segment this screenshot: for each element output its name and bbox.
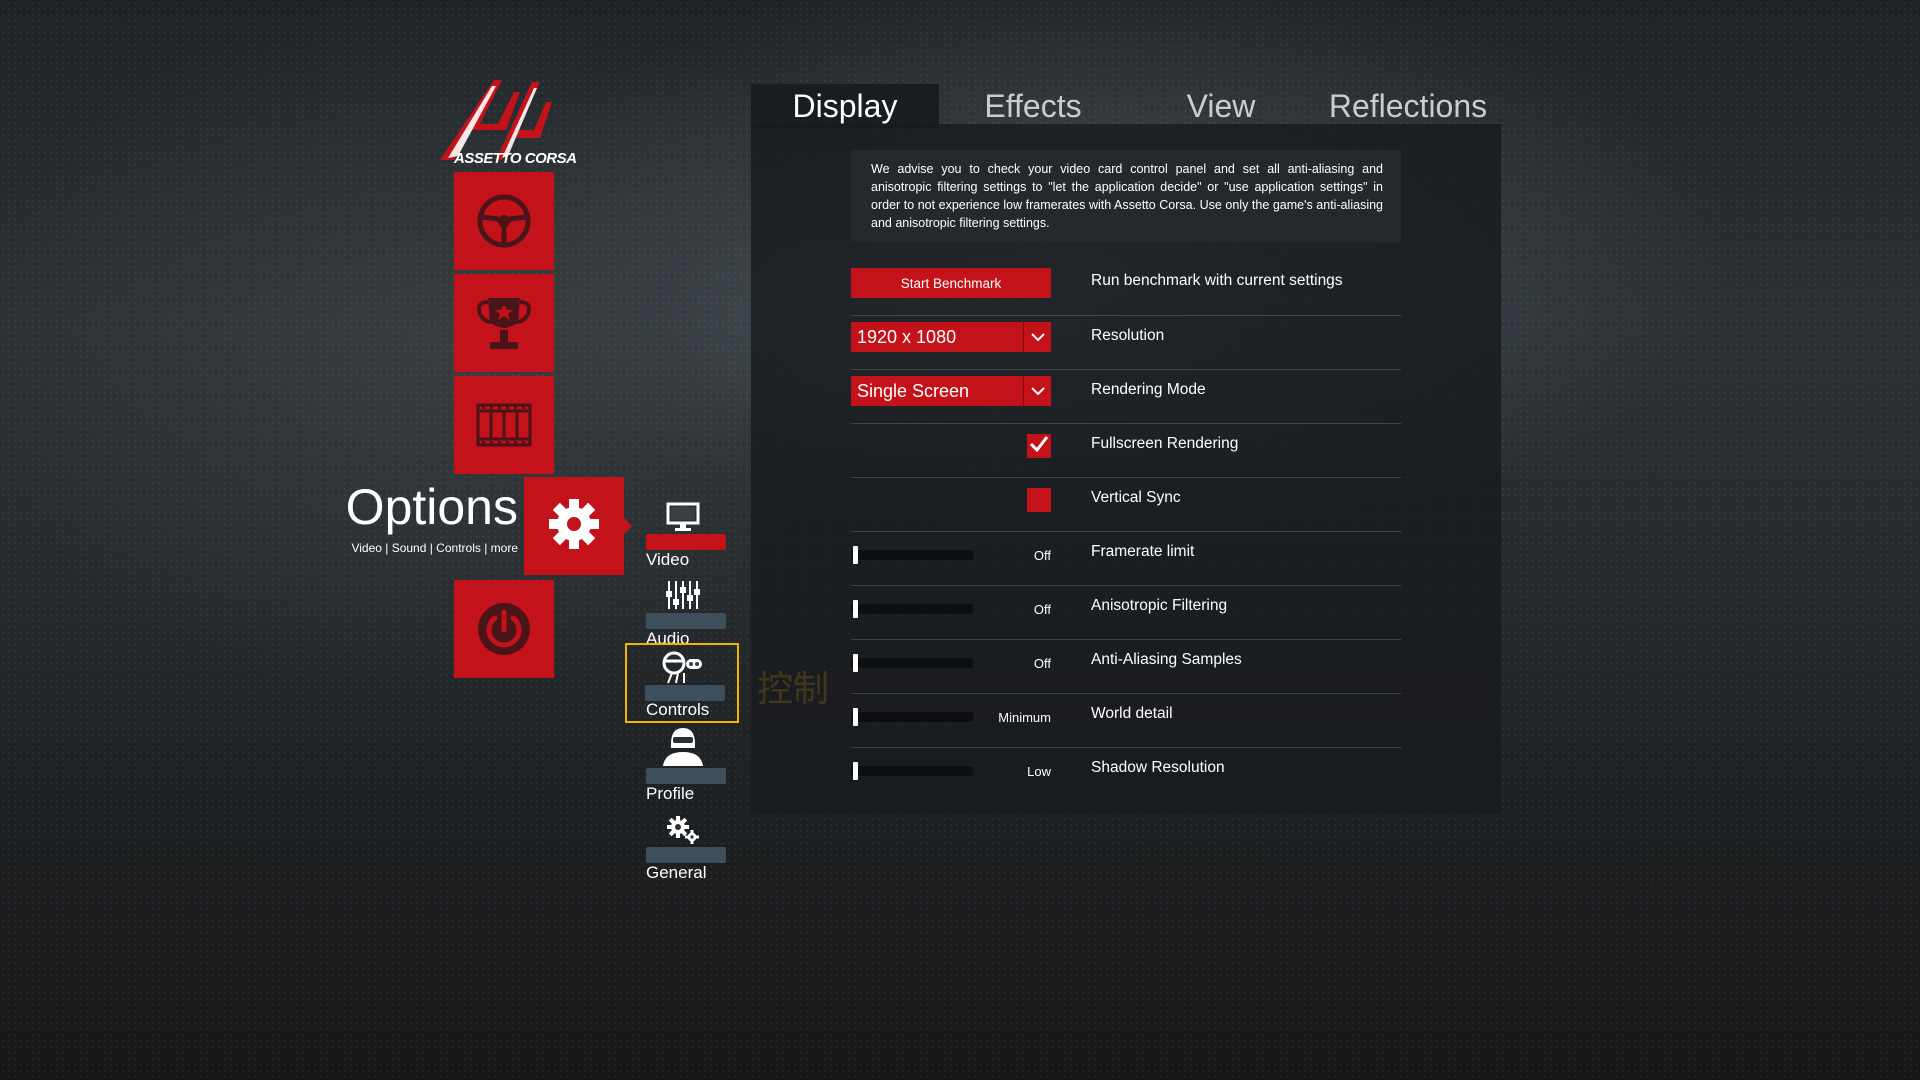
gear-icon bbox=[547, 497, 601, 556]
world-detail-value: Minimum bbox=[998, 710, 1051, 725]
slider-thumb[interactable] bbox=[853, 600, 858, 618]
subnav-video[interactable]: Video bbox=[628, 492, 738, 570]
framerate-limit-value: Off bbox=[1033, 548, 1051, 563]
quit-tile[interactable] bbox=[454, 580, 554, 678]
subnav-video-label: Video bbox=[646, 550, 690, 569]
subnav-controls-label: Controls bbox=[646, 700, 710, 719]
power-icon bbox=[475, 600, 533, 658]
tab-effects[interactable]: Effects bbox=[939, 84, 1127, 128]
shadow-resolution-value: Low bbox=[1027, 764, 1051, 779]
trophy-icon bbox=[474, 292, 534, 354]
subnav-general[interactable]: General bbox=[628, 805, 738, 883]
vsync-label: Vertical Sync bbox=[1091, 489, 1181, 506]
logo-text: ASSETTO CORSA bbox=[454, 150, 577, 167]
chevron-down-icon bbox=[1023, 376, 1051, 406]
world-detail-row: Minimum World detail bbox=[851, 694, 1401, 748]
drive-tile[interactable] bbox=[454, 172, 554, 270]
rendering-mode-dropdown[interactable]: Single Screen bbox=[851, 376, 1051, 406]
anti-aliasing-value: Off bbox=[1033, 656, 1051, 671]
slider-thumb[interactable] bbox=[853, 654, 858, 672]
film-strip-icon bbox=[476, 403, 532, 447]
vsync-checkbox[interactable] bbox=[1027, 488, 1051, 512]
tab-bar: Display Effects View Reflections bbox=[751, 84, 1501, 128]
rendering-mode-value: Single Screen bbox=[857, 380, 970, 401]
gears-icon bbox=[658, 811, 708, 845]
benchmark-row: Start Benchmark Run benchmark with curre… bbox=[851, 262, 1401, 316]
world-detail-slider[interactable] bbox=[851, 708, 973, 726]
resolution-row: 1920 x 1080 Resolution bbox=[851, 316, 1401, 370]
tab-display[interactable]: Display bbox=[751, 84, 939, 128]
shadow-resolution-row: Low Shadow Resolution bbox=[851, 748, 1401, 802]
rendering-mode-label: Rendering Mode bbox=[1091, 381, 1206, 398]
checkmark-icon bbox=[1029, 435, 1049, 458]
controls-icon bbox=[658, 651, 708, 685]
monitor-icon bbox=[658, 498, 708, 532]
subnav-audio-bar bbox=[646, 613, 726, 629]
options-title: Options bbox=[345, 479, 518, 535]
shadow-resolution-label: Shadow Resolution bbox=[1091, 759, 1225, 776]
chevron-down-icon bbox=[1023, 322, 1051, 352]
slider-thumb[interactable] bbox=[853, 708, 858, 726]
resolution-label: Resolution bbox=[1091, 327, 1165, 344]
vsync-row: Vertical Sync bbox=[851, 478, 1401, 532]
driver-helmet-icon bbox=[658, 726, 708, 766]
anisotropic-filtering-row: Off Anisotropic Filtering bbox=[851, 586, 1401, 640]
fullscreen-label: Fullscreen Rendering bbox=[1091, 435, 1239, 452]
anisotropic-filtering-slider[interactable] bbox=[851, 600, 973, 618]
subnav-audio[interactable]: Audio bbox=[628, 571, 738, 649]
benchmark-label: Run benchmark with current settings bbox=[1091, 272, 1343, 289]
start-benchmark-button[interactable]: Start Benchmark bbox=[851, 268, 1051, 298]
subnav-video-bar bbox=[646, 534, 726, 550]
framerate-limit-row: Off Framerate limit bbox=[851, 532, 1401, 586]
anti-aliasing-row: Off Anti-Aliasing Samples bbox=[851, 640, 1401, 694]
steering-wheel-icon bbox=[476, 193, 532, 249]
driver-advice-notice: We advise you to check your video card c… bbox=[851, 150, 1401, 242]
anisotropic-filtering-value: Off bbox=[1033, 602, 1051, 617]
anti-aliasing-label: Anti-Aliasing Samples bbox=[1091, 651, 1242, 668]
replay-tile[interactable] bbox=[454, 376, 554, 474]
options-subtitle: Video | Sound | Controls | more bbox=[351, 541, 518, 555]
subnav-profile[interactable]: Profile bbox=[628, 726, 738, 804]
rendering-mode-row: Single Screen Rendering Mode bbox=[851, 370, 1401, 424]
subnav-controls[interactable]: Controls bbox=[625, 643, 739, 723]
fullscreen-checkbox[interactable] bbox=[1027, 434, 1051, 458]
subnav-profile-label: Profile bbox=[646, 784, 695, 803]
shadow-resolution-slider[interactable] bbox=[851, 762, 973, 780]
mixer-icon bbox=[658, 577, 708, 611]
career-tile[interactable] bbox=[454, 274, 554, 372]
fullscreen-row: Fullscreen Rendering bbox=[851, 424, 1401, 478]
anti-aliasing-slider[interactable] bbox=[851, 654, 973, 672]
resolution-value: 1920 x 1080 bbox=[857, 326, 957, 347]
framerate-limit-slider[interactable] bbox=[851, 546, 973, 564]
slider-thumb[interactable] bbox=[853, 762, 858, 780]
subnav-profile-bar bbox=[646, 768, 726, 784]
options-tile[interactable] bbox=[524, 477, 632, 575]
resolution-dropdown[interactable]: 1920 x 1080 bbox=[851, 322, 1051, 352]
tab-reflections[interactable]: Reflections bbox=[1315, 84, 1501, 128]
tab-view[interactable]: View bbox=[1127, 84, 1315, 128]
framerate-limit-label: Framerate limit bbox=[1091, 543, 1195, 560]
world-detail-label: World detail bbox=[1091, 705, 1173, 722]
slider-thumb[interactable] bbox=[853, 546, 858, 564]
anisotropic-filtering-label: Anisotropic Filtering bbox=[1091, 597, 1228, 614]
subnav-controls-bar bbox=[645, 685, 725, 701]
subnav-general-bar bbox=[646, 847, 726, 863]
subnav-general-label: General bbox=[646, 863, 707, 882]
